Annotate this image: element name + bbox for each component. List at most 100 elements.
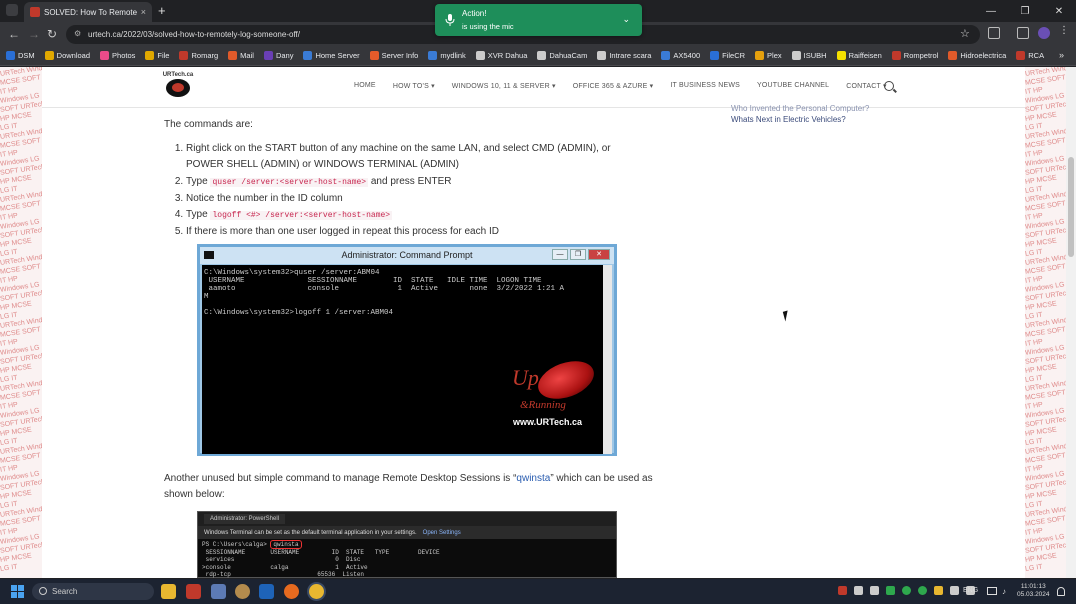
powershell-screenshot: Administrator: PowerShell Windows Termin…: [197, 511, 617, 578]
bookmark-favicon-icon: [1016, 51, 1026, 60]
bookmark-favicon-icon: [661, 51, 671, 60]
bookmark-item[interactable]: File: [145, 51, 169, 60]
cmd-output-line: M: [204, 293, 209, 301]
tab-list-button[interactable]: [6, 4, 18, 16]
bookmark-item[interactable]: Photos: [100, 51, 135, 60]
bookmark-item[interactable]: Romarg: [179, 51, 218, 60]
language-indicator[interactable]: ENG: [963, 587, 978, 594]
nav-it-business-news[interactable]: IT BUSINESS NEWS: [670, 82, 740, 90]
bookmark-favicon-icon: [791, 51, 801, 60]
ps-output-line: >console calga 1 Active: [202, 563, 368, 571]
cmd-output-line: [204, 301, 601, 309]
mic-notification[interactable]: Action! is using the mic ⌄: [435, 4, 642, 36]
brand-up-text: Up: [512, 365, 539, 390]
bookmark-item[interactable]: RCA: [1016, 51, 1044, 60]
bookmark-item[interactable]: Rompetrol: [891, 51, 938, 60]
sidebar-link[interactable]: Whats Next in Electric Vehicles?: [731, 114, 869, 125]
bookmark-item[interactable]: Server Info: [369, 51, 418, 60]
profile-avatar[interactable]: [1038, 27, 1050, 39]
outlook-icon[interactable]: [259, 584, 274, 599]
tray-icon[interactable]: [934, 586, 943, 595]
forward-button[interactable]: →: [28, 27, 40, 41]
nav-contact[interactable]: CONTACT ▾: [846, 82, 886, 90]
network-icon[interactable]: [987, 587, 997, 595]
nav-youtube[interactable]: YOUTUBE CHANNEL: [757, 82, 829, 90]
bookmark-item[interactable]: Home Server: [303, 51, 360, 60]
bookmark-item[interactable]: Intrare scara: [597, 51, 651, 60]
tray-icon[interactable]: [870, 586, 879, 595]
bookmark-favicon-icon: [537, 51, 547, 60]
taskbar-search[interactable]: Search: [32, 583, 154, 600]
app-icon[interactable]: [235, 584, 250, 599]
ps-command-highlight: qwinsta: [270, 540, 302, 549]
menu-icon[interactable]: ⋮: [1059, 25, 1071, 37]
bookmark-item[interactable]: Hidroelectrica: [948, 51, 1006, 60]
bookmark-item[interactable]: FileCR: [710, 51, 745, 60]
windows-start-icon[interactable]: [11, 585, 24, 598]
chrome-icon[interactable]: [309, 584, 324, 599]
ps-output-line: services 0 Disc: [202, 556, 361, 563]
nav-office365[interactable]: OFFICE 365 & AZURE ▾: [573, 82, 654, 90]
tray-icon[interactable]: [902, 586, 911, 595]
bookmark-item[interactable]: ISUBH: [791, 51, 827, 60]
qwinsta-link[interactable]: qwinsta: [516, 473, 550, 484]
close-window-button[interactable]: ✕: [1042, 0, 1076, 22]
firefox-icon[interactable]: [284, 584, 299, 599]
app-icon[interactable]: [211, 584, 226, 599]
volume-icon[interactable]: ♪: [1002, 587, 1006, 596]
bookmarks-bar: DSM Download Photos File Romarg Mail Dany Home …: [0, 46, 1076, 66]
back-button[interactable]: ←: [8, 27, 20, 41]
ps-tab: Administrator: PowerShell: [204, 514, 286, 524]
step-item: Notice the number in the ID column: [186, 191, 626, 207]
bookmark-item[interactable]: Dany: [263, 51, 293, 60]
step-code: quser /server:<server-host-name>: [210, 177, 369, 187]
cmd-title-bar: Administrator: Command Prompt — ❐ ✕: [200, 247, 614, 264]
browser-tab-active[interactable]: SOLVED: How To Remotely Lo... ×: [24, 2, 152, 22]
taskbar-clock[interactable]: 11:01:13 05.03.2024: [1017, 583, 1050, 599]
new-tab-button[interactable]: +: [158, 3, 166, 18]
nav-how-tos[interactable]: HOW TO'S ▾: [393, 82, 435, 90]
file-explorer-icon[interactable]: [161, 584, 176, 599]
minimize-button[interactable]: —: [974, 0, 1008, 22]
site-info-icon[interactable]: ⚙: [74, 29, 81, 38]
tray-icon[interactable]: [838, 586, 847, 595]
page-scrollbar-thumb[interactable]: [1068, 157, 1074, 257]
tray-icon[interactable]: [854, 586, 863, 595]
filezilla-icon[interactable]: [186, 584, 201, 599]
ps-output-line: SESSIONNAME USERNAME ID STATE TYPE DEVIC…: [202, 548, 440, 556]
bookmark-favicon-icon: [597, 51, 607, 60]
bookmarks-overflow-button[interactable]: »: [1059, 50, 1064, 60]
bookmark-favicon-icon: [891, 51, 901, 60]
bookmark-star-icon[interactable]: ☆: [960, 27, 970, 40]
site-logo[interactable]: URTech.ca: [162, 72, 194, 102]
chevron-down-icon[interactable]: ⌄: [622, 14, 630, 25]
bookmark-item[interactable]: mydlink: [428, 51, 466, 60]
bookmark-item[interactable]: XVR Dahua: [475, 51, 527, 60]
search-icon[interactable]: [884, 81, 894, 91]
bookmark-item[interactable]: AX5400: [661, 51, 700, 60]
notifications-bell-icon[interactable]: [1057, 587, 1065, 596]
maximize-button[interactable]: ❐: [1008, 0, 1042, 22]
cmd-minimize-icon: —: [552, 249, 568, 260]
tray-icon[interactable]: [886, 586, 895, 595]
para2-text-pre: Another unused but simple command to man…: [164, 473, 517, 484]
extensions-icon[interactable]: [988, 27, 1000, 39]
bookmark-item[interactable]: Plex: [755, 51, 782, 60]
nav-home[interactable]: HOME: [354, 82, 376, 90]
bookmark-item[interactable]: Raiffeisen: [836, 51, 882, 60]
reload-button[interactable]: ↻: [47, 27, 57, 41]
bookmark-item[interactable]: DahuaCam: [537, 51, 587, 60]
site-header: URTech.ca HOME HOW TO'S ▾ WINDOWS 10, 11…: [42, 67, 1025, 108]
page-scrollbar[interactable]: [1066, 67, 1076, 578]
nav-windows[interactable]: WINDOWS 10, 11 & SERVER ▾: [452, 82, 556, 90]
tray-icon[interactable]: [950, 586, 959, 595]
sidebar-link[interactable]: Who Invented the Personal Computer?: [731, 103, 869, 114]
bookmark-item[interactable]: Download: [44, 51, 90, 60]
sidebar-icon[interactable]: [1017, 27, 1029, 39]
bookmark-item[interactable]: DSM: [6, 51, 35, 60]
bookmark-item[interactable]: Mail: [228, 51, 254, 60]
bookmark-label: RCA: [1028, 51, 1045, 60]
bookmark-label: File: [157, 51, 170, 60]
tray-icon[interactable]: [918, 586, 927, 595]
tab-close-icon[interactable]: ×: [141, 7, 146, 17]
